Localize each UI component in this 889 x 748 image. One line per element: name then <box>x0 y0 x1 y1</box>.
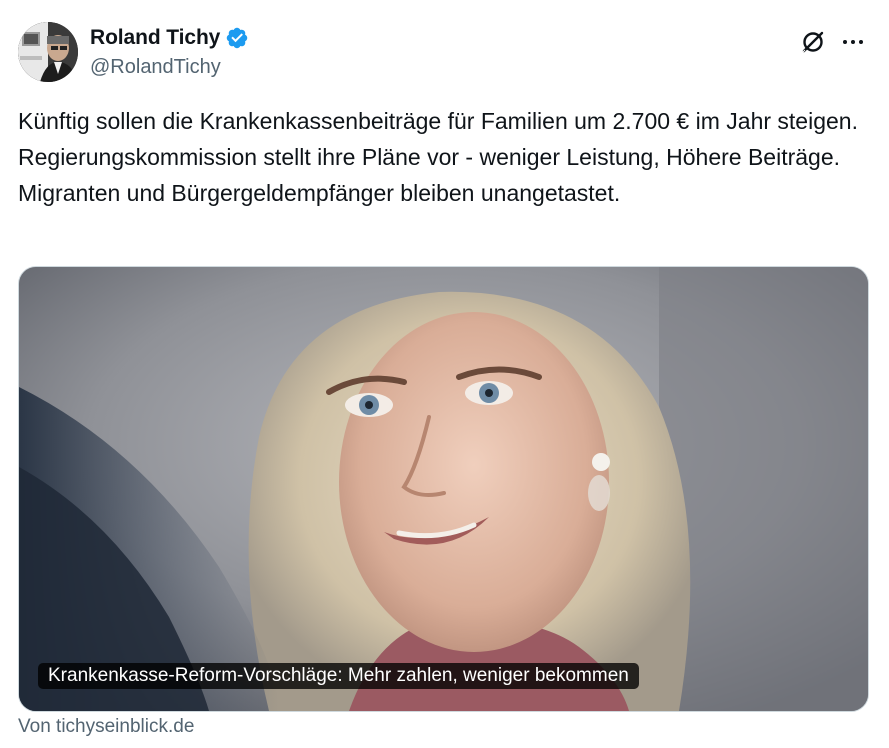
author-display-name[interactable]: Roland Tichy <box>90 26 220 50</box>
avatar[interactable] <box>18 22 78 82</box>
more-options-button[interactable] <box>839 28 867 56</box>
more-icon-dot <box>859 40 863 44</box>
card-title: Krankenkasse-Reform-Vorschläge: Mehr zah… <box>38 663 639 689</box>
author-names: Roland Tichy @RolandTichy <box>90 24 249 79</box>
card-image <box>19 267 868 711</box>
tweet: Roland Tichy @RolandTichy Künftig sollen… <box>0 0 889 748</box>
avatar-image <box>18 22 78 82</box>
grok-button[interactable] <box>799 28 827 56</box>
grok-icon <box>802 31 824 53</box>
card-source-link[interactable]: Von tichyseinblick.de <box>18 716 194 738</box>
tweet-text: Künftig sollen die Krankenkassenbeiträge… <box>18 108 865 206</box>
more-icon-dot <box>843 40 847 44</box>
tweet-header: Roland Tichy @RolandTichy <box>18 22 871 84</box>
author-handle[interactable]: @RolandTichy <box>90 56 249 79</box>
display-name-row: Roland Tichy <box>90 24 249 52</box>
verified-badge-icon[interactable] <box>225 26 249 50</box>
link-card[interactable]: Krankenkasse-Reform-Vorschläge: Mehr zah… <box>18 266 869 712</box>
more-icon-dot <box>851 40 855 44</box>
